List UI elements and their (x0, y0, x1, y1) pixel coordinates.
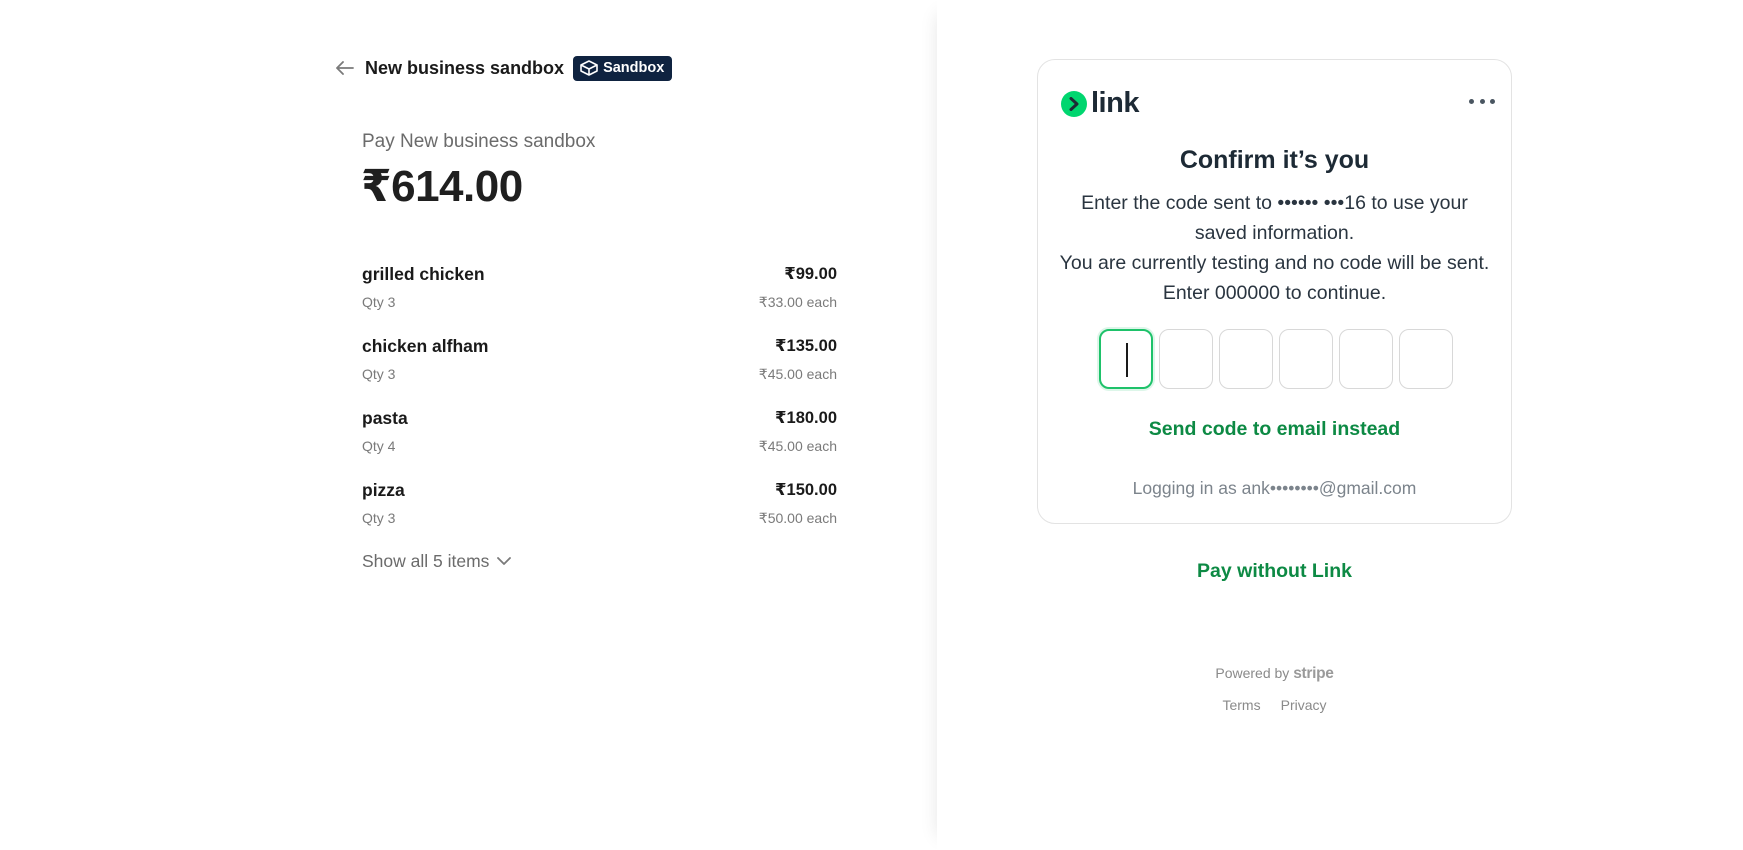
terms-link[interactable]: Terms (1222, 697, 1260, 713)
otp-code-input (1099, 329, 1459, 389)
item-total: ₹135.00 (775, 337, 837, 355)
item-total: ₹180.00 (775, 409, 837, 427)
link-chevron-icon (1061, 90, 1087, 117)
item-name: chicken alfham (362, 336, 489, 356)
otp-digit-5[interactable] (1339, 329, 1393, 389)
cube-icon (580, 60, 598, 76)
sandbox-badge-label: Sandbox (603, 60, 665, 76)
line-item: pizza Qty 3 ₹150.00 ₹50.00 each (362, 478, 837, 550)
description-line: You are currently testing and no code wi… (1059, 252, 1490, 304)
item-unit-price: ₹45.00 each (758, 366, 837, 382)
merchant-name: New business sandbox (365, 57, 565, 78)
otp-digit-3[interactable] (1219, 329, 1273, 389)
order-summary-pane: New business sandbox Sandbox Pay New bus… (0, 0, 937, 850)
chevron-down-icon (497, 557, 512, 565)
otp-digit-1[interactable] (1099, 329, 1153, 389)
line-item: pasta Qty 4 ₹180.00 ₹45.00 each (362, 406, 837, 478)
send-code-to-email-link[interactable]: Send code to email instead (1038, 418, 1511, 441)
merchant-header: New business sandbox Sandbox (335, 55, 673, 81)
card-description: Enter the code sent to •••••• •••16 to u… (1058, 188, 1491, 308)
powered-by-label: Powered by (1215, 665, 1290, 681)
item-name: grilled chicken (362, 264, 485, 284)
otp-digit-4[interactable] (1279, 329, 1333, 389)
otp-digit-6[interactable] (1399, 329, 1453, 389)
show-all-items-button[interactable]: Show all 5 items (362, 551, 512, 572)
item-name: pasta (362, 408, 408, 428)
otp-digit-2[interactable] (1159, 329, 1213, 389)
line-items: grilled chicken Qty 3 ₹99.00 ₹33.00 each… (362, 262, 837, 550)
line-item: grilled chicken Qty 3 ₹99.00 ₹33.00 each (362, 262, 837, 334)
item-unit-price: ₹45.00 each (758, 438, 837, 454)
back-arrow-icon[interactable] (335, 58, 355, 78)
link-verification-card: link Confirm it’s you Enter the code sen… (1037, 59, 1512, 524)
description-line: Enter the code sent to •••••• •••16 to u… (1081, 192, 1468, 244)
more-options-icon[interactable] (1469, 94, 1495, 108)
item-unit-price: ₹50.00 each (758, 510, 837, 526)
pay-label: Pay New business sandbox (362, 131, 596, 152)
item-qty: Qty 4 (362, 438, 396, 454)
footer-links: Terms Privacy (1037, 697, 1512, 713)
pay-without-link-button[interactable]: Pay without Link (1037, 560, 1512, 583)
powered-by-stripe[interactable]: Powered by stripe (1037, 665, 1512, 683)
sandbox-badge: Sandbox (573, 55, 673, 81)
checkout-page: New business sandbox Sandbox Pay New bus… (0, 0, 1743, 850)
item-qty: Qty 3 (362, 294, 396, 310)
item-qty: Qty 3 (362, 366, 396, 382)
item-total: ₹150.00 (775, 481, 837, 499)
privacy-link[interactable]: Privacy (1281, 697, 1327, 713)
show-all-label: Show all 5 items (362, 551, 490, 571)
link-logo-text: link (1091, 87, 1139, 119)
link-logo: link (1061, 87, 1139, 120)
item-unit-price: ₹33.00 each (758, 294, 837, 310)
line-item: chicken alfham Qty 3 ₹135.00 ₹45.00 each (362, 334, 837, 406)
stripe-logo: stripe (1293, 665, 1334, 682)
card-title: Confirm it’s you (1179, 146, 1370, 174)
total-amount: ₹614.00 (361, 162, 523, 211)
item-total: ₹99.00 (784, 265, 837, 283)
logging-in-as: Logging in as ank••••••••@gmail.com (1132, 478, 1417, 498)
item-qty: Qty 3 (362, 510, 396, 526)
item-name: pizza (362, 480, 405, 500)
